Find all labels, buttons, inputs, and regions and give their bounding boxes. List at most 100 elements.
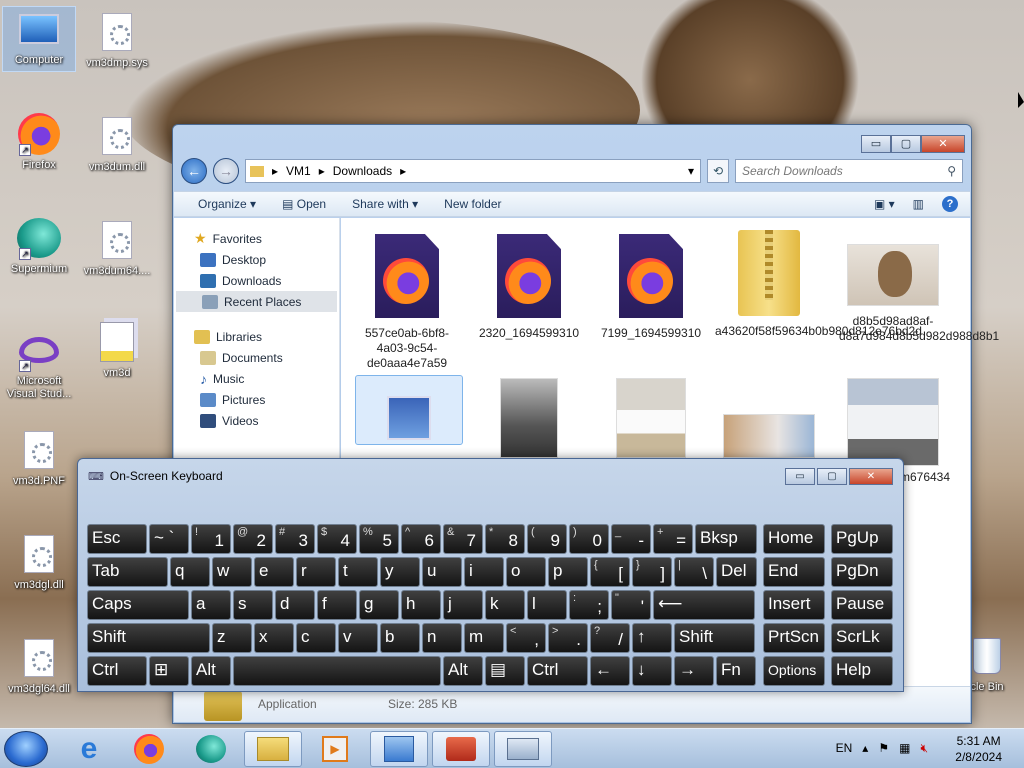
osk-key[interactable]: ^ 6 bbox=[401, 524, 441, 554]
osk-key[interactable]: ScrLk bbox=[831, 623, 893, 653]
osk-key[interactable]: q bbox=[170, 557, 210, 587]
desktop-icon-vm3d-pnf[interactable]: vm3d.PNF bbox=[2, 428, 76, 488]
taskbar-explorer[interactable] bbox=[244, 731, 302, 767]
dropdown-icon[interactable]: ▾ bbox=[688, 164, 694, 178]
osk-key[interactable]: $4 bbox=[317, 524, 357, 554]
taskbar-media-player[interactable]: ▶ bbox=[306, 731, 364, 767]
start-button[interactable] bbox=[4, 731, 48, 767]
osk-key[interactable] bbox=[233, 656, 441, 686]
breadcrumb[interactable]: ▸ VM1 ▸ Downloads ▸ ▾ bbox=[245, 159, 701, 183]
osk-key[interactable]: }] bbox=[632, 557, 672, 587]
osk-key[interactable]: Del bbox=[716, 557, 757, 587]
osk-key[interactable]: f bbox=[317, 590, 357, 620]
taskbar-control-panel[interactable] bbox=[370, 731, 428, 767]
osk-key[interactable]: u bbox=[422, 557, 462, 587]
file-item[interactable]: 557ce0ab-6bf8-4a03-9c54-de0aaa4e7a59 bbox=[353, 234, 461, 371]
osk-key[interactable]: Esc bbox=[87, 524, 147, 554]
osk-key[interactable]: PrtScn bbox=[763, 623, 825, 653]
osk-key[interactable]: ⟵ bbox=[653, 590, 755, 620]
osk-key[interactable]: Ctrl bbox=[527, 656, 588, 686]
osk-key[interactable]: → bbox=[674, 656, 714, 686]
view-options-icon[interactable]: ▣ ▾ bbox=[874, 197, 895, 211]
nav-favorites[interactable]: ★ Favorites bbox=[174, 228, 339, 249]
osk-key[interactable]: ! 1 bbox=[191, 524, 231, 554]
osk-key[interactable]: Ctrl bbox=[87, 656, 147, 686]
nav-music[interactable]: ♪ Music bbox=[174, 368, 339, 389]
osk-key[interactable]: n bbox=[422, 623, 462, 653]
osk-key[interactable]: _ - bbox=[611, 524, 651, 554]
taskbar-osk[interactable] bbox=[494, 731, 552, 767]
back-button[interactable]: ← bbox=[181, 158, 207, 184]
osk-key[interactable]: + = bbox=[653, 524, 693, 554]
osk-key[interactable]: g bbox=[359, 590, 399, 620]
desktop-icon-computer[interactable]: Computer bbox=[2, 6, 76, 72]
nav-libraries[interactable]: Libraries bbox=[174, 326, 339, 347]
file-item[interactable] bbox=[597, 378, 705, 466]
osk-key[interactable]: Shift bbox=[674, 623, 755, 653]
taskbar-toolbox[interactable] bbox=[432, 731, 490, 767]
file-item[interactable]: 2320_1694599310 bbox=[475, 234, 583, 341]
osk-key[interactable]: >. bbox=[548, 623, 588, 653]
osk-key[interactable]: ← bbox=[590, 656, 630, 686]
osk-key[interactable]: Shift bbox=[87, 623, 210, 653]
desktop-icon-vm3dum64[interactable]: vm3dum64.... bbox=[80, 218, 154, 278]
osk-key[interactable]: t bbox=[338, 557, 378, 587]
osk-key[interactable]: h bbox=[401, 590, 441, 620]
desktop-icon-visual-studio[interactable]: ↗ Microsoft Visual Stud... bbox=[2, 328, 76, 401]
osk-key[interactable]: Help bbox=[831, 656, 893, 686]
osk-key[interactable]: Bksp bbox=[695, 524, 757, 554]
osk-key[interactable]: e bbox=[254, 557, 294, 587]
nav-desktop[interactable]: Desktop bbox=[174, 249, 339, 270]
osk-key[interactable]: Home bbox=[763, 524, 825, 554]
osk-key[interactable]: ↓ bbox=[632, 656, 672, 686]
desktop-icon-supermium[interactable]: ↗ Supermium bbox=[2, 216, 76, 276]
close-button[interactable]: ✕ bbox=[921, 135, 965, 153]
osk-key[interactable]: d bbox=[275, 590, 315, 620]
osk-key[interactable]: | \ bbox=[674, 557, 714, 587]
osk-key[interactable]: ~ ` bbox=[149, 524, 189, 554]
on-screen-keyboard-window[interactable]: ⌨ On-Screen Keyboard ▭ ▢ ✕ Esc ~ `! 1 @2 #3 $4… bbox=[77, 458, 904, 692]
osk-key[interactable]: PgUp bbox=[831, 524, 893, 554]
desktop-icon-vm3dmp[interactable]: vm3dmp.sys bbox=[80, 10, 154, 70]
language-indicator[interactable]: EN bbox=[836, 741, 853, 756]
nav-pictures[interactable]: Pictures bbox=[174, 389, 339, 410]
share-with-button[interactable]: Share with ▾ bbox=[352, 197, 418, 211]
osk-key[interactable]: & 7 bbox=[443, 524, 483, 554]
file-item[interactable]: 7199_1694599310 bbox=[597, 234, 705, 341]
minimize-button[interactable]: ▭ bbox=[861, 135, 891, 153]
osk-key[interactable]: o bbox=[506, 557, 546, 587]
osk-key[interactable]: ⊞ bbox=[149, 656, 189, 686]
file-item[interactable] bbox=[475, 378, 583, 466]
osk-key[interactable]: Insert bbox=[763, 590, 825, 620]
osk-key[interactable]: w bbox=[212, 557, 252, 587]
osk-key[interactable]: ▤ bbox=[485, 656, 525, 686]
osk-key[interactable]: Alt bbox=[191, 656, 231, 686]
osk-key[interactable]: b bbox=[380, 623, 420, 653]
new-folder-button[interactable]: New folder bbox=[444, 197, 501, 211]
osk-key[interactable]: z bbox=[212, 623, 252, 653]
osk-key[interactable]: i bbox=[464, 557, 504, 587]
osk-key[interactable]: Options bbox=[763, 656, 825, 686]
osk-key[interactable]: Alt bbox=[443, 656, 483, 686]
osk-key[interactable]: r bbox=[296, 557, 336, 587]
desktop-icon-vm3dgl[interactable]: vm3dgl.dll bbox=[2, 532, 76, 592]
desktop-icon-vm3d[interactable]: vm3d bbox=[80, 320, 154, 380]
desktop-icon-vm3dum[interactable]: vm3dum.dll bbox=[80, 114, 154, 174]
osk-key[interactable]: j bbox=[443, 590, 483, 620]
action-center-flag-icon[interactable]: ⚑ bbox=[878, 741, 889, 756]
taskbar-supermium[interactable] bbox=[182, 731, 240, 767]
osk-key[interactable]: x bbox=[254, 623, 294, 653]
osk-key[interactable]: c bbox=[296, 623, 336, 653]
osk-key[interactable]: ? / bbox=[590, 623, 630, 653]
osk-key[interactable]: l bbox=[527, 590, 567, 620]
nav-documents[interactable]: Documents bbox=[174, 347, 339, 368]
network-icon[interactable]: ▦ bbox=[899, 741, 910, 756]
maximize-button[interactable]: ▢ bbox=[891, 135, 921, 153]
osk-key[interactable]: a bbox=[191, 590, 231, 620]
file-item[interactable]: d8b5d98ad8af-d8a7d984d8b5d982d988d8b1 bbox=[839, 234, 999, 344]
osk-key[interactable]: Caps bbox=[87, 590, 189, 620]
osk-key[interactable]: v bbox=[338, 623, 378, 653]
open-button[interactable]: ▤ Open bbox=[282, 197, 326, 211]
nav-recent-places[interactable]: Recent Places bbox=[176, 291, 337, 312]
osk-key[interactable]: % 5 bbox=[359, 524, 399, 554]
